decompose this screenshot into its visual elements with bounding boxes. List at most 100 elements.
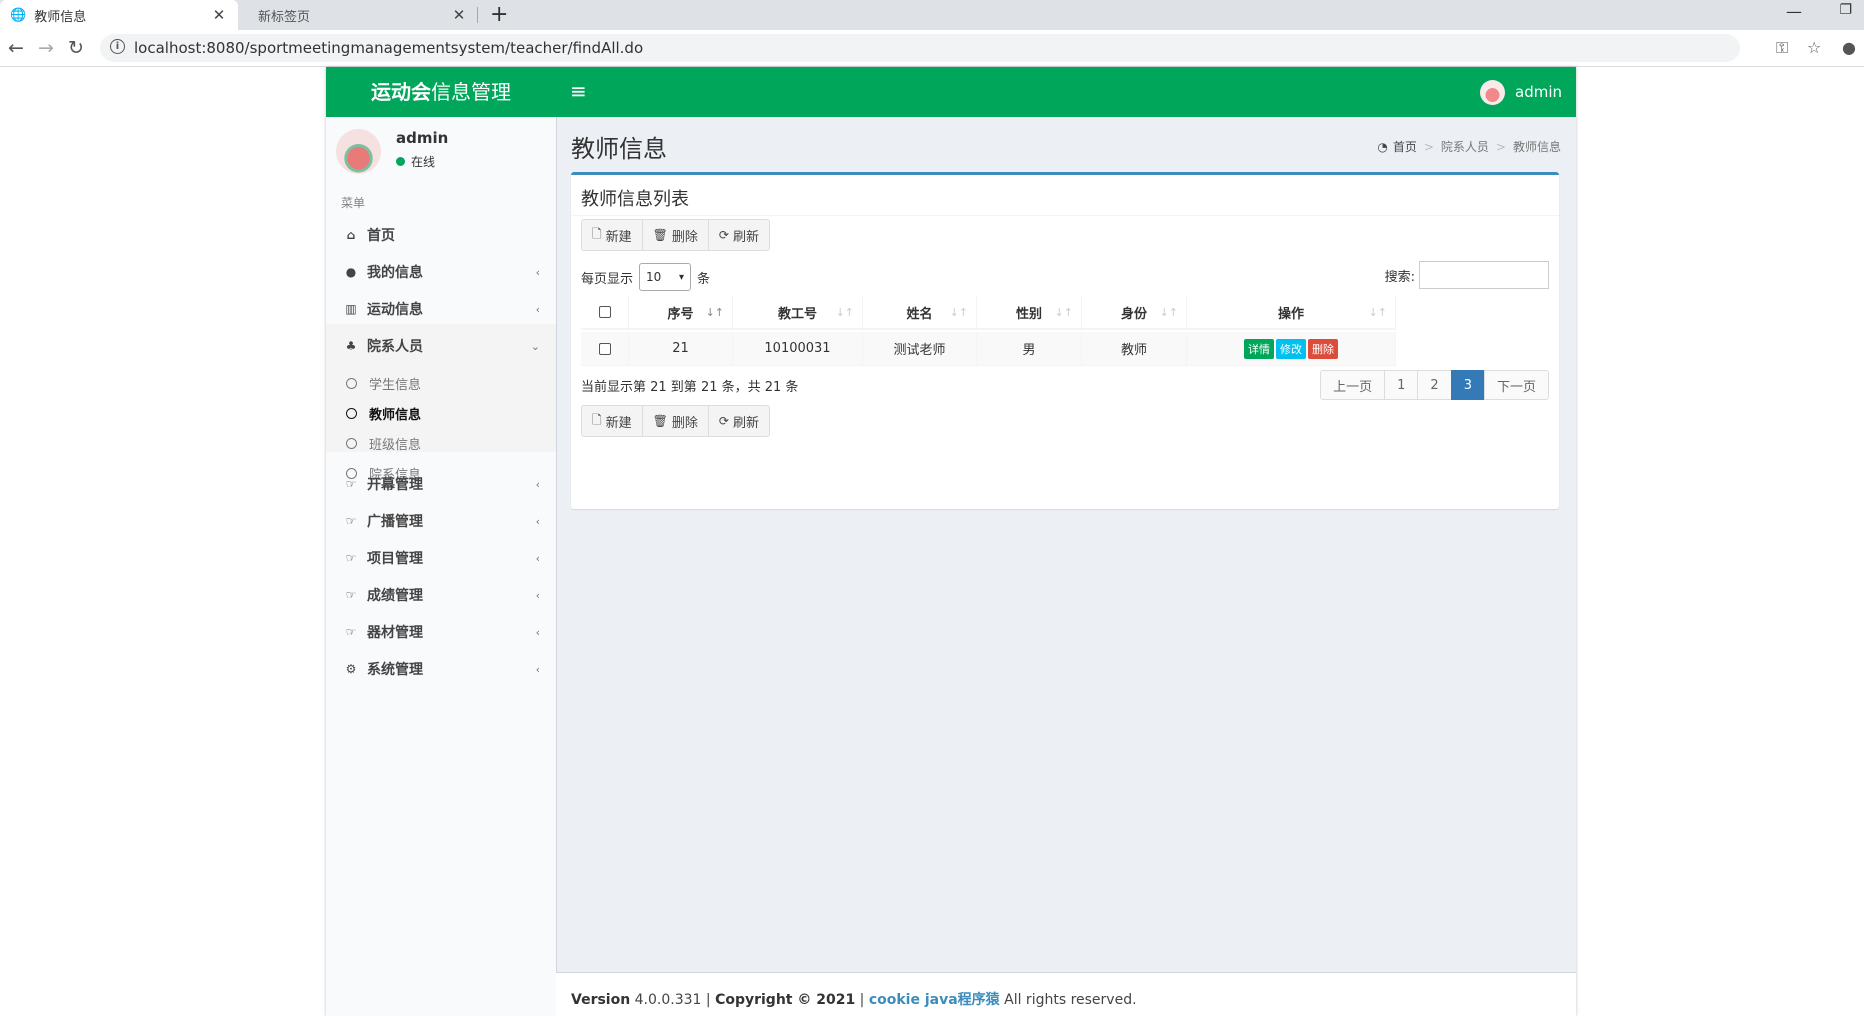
sidebar-item-system[interactable]: ⚙ 系统管理 ‹ <box>326 647 556 691</box>
sidebar-item-department-staff[interactable]: ♣ 院系人员 ⌄ <box>326 324 556 368</box>
restore-icon[interactable]: ❐ <box>1839 2 1852 18</box>
menu-header: 菜单 <box>341 196 366 210</box>
new-button[interactable]: 🗋 新建 <box>581 219 643 251</box>
refresh-button[interactable]: ⟳ 刷新 <box>707 219 770 251</box>
edit-button[interactable]: 修改 <box>1276 338 1306 359</box>
table-header-row: 序号 ↓↑ 教工号 ↓↑ 姓名 ↓↑ 性别 ↓↑ 身份 ↓↑ 操作 ↓↑ <box>581 296 1396 330</box>
trash-icon: 🗑 <box>652 228 668 242</box>
bar-chart-icon: ▥ <box>345 302 357 316</box>
chevron-down-icon: ▾ <box>678 271 685 283</box>
new-button[interactable]: 🗋 新建 <box>581 405 643 437</box>
chevron-left-icon: ‹ <box>535 662 540 676</box>
column-header-name[interactable]: 姓名 ↓↑ <box>863 296 977 330</box>
refresh-button[interactable]: ⟳ 刷新 <box>707 405 770 437</box>
submenu-item-classes[interactable]: 班级信息 <box>326 428 556 458</box>
key-icon[interactable]: ⚿ <box>1776 38 1788 58</box>
column-header-staff-id[interactable]: 教工号 ↓↑ <box>733 296 863 330</box>
length-prefix: 每页显示 <box>581 271 634 287</box>
file-icon: 🗋 <box>592 226 602 241</box>
browser-tab-active[interactable]: 🌐 教师信息 ✕ <box>0 0 238 30</box>
circle-icon <box>346 377 357 389</box>
row-delete-button[interactable]: 删除 <box>1308 338 1338 359</box>
forward-icon[interactable]: → <box>38 36 54 60</box>
page-button[interactable]: 1 <box>1384 370 1419 400</box>
submenu-item-students[interactable]: 学生信息 <box>326 368 556 398</box>
submenu-item-label: 班级信息 <box>369 437 422 453</box>
length-suffix: 条 <box>697 271 711 287</box>
sidebar-item-label: 器材管理 <box>367 625 423 641</box>
logo[interactable]: 运动会信息管理 <box>326 67 556 117</box>
delete-label: 删除 <box>671 229 698 245</box>
info-icon[interactable]: i <box>110 39 125 54</box>
profile-icon[interactable]: ● <box>1842 38 1856 57</box>
cell-role: 教师 <box>1082 332 1187 366</box>
next-page-button[interactable]: 下一页 <box>1483 370 1549 400</box>
teacher-list-box: 教师信息列表 🗋 新建 🗑 删除 ⟳ 刷新 每页显示 10 ▾ 条 搜索: 序号… <box>571 172 1559 509</box>
users-icon: ♣ <box>345 339 357 353</box>
back-icon[interactable]: ← <box>8 36 24 60</box>
reload-icon[interactable]: ↻ <box>68 36 84 60</box>
search-input[interactable] <box>1419 261 1549 289</box>
breadcrumb-department-staff[interactable]: 院系人员 <box>1441 138 1489 155</box>
close-icon[interactable]: ✕ <box>450 6 468 24</box>
sidebar-item-label: 成绩管理 <box>367 588 423 604</box>
new-tab-button[interactable]: + <box>490 2 508 28</box>
delete-button[interactable]: 🗑 删除 <box>641 219 709 251</box>
star-icon[interactable]: ☆ <box>1807 38 1821 57</box>
chevron-left-icon: ‹ <box>535 625 540 639</box>
url-input[interactable]: i localhost:8080/sportmeetingmanagements… <box>100 34 1740 62</box>
column-label: 姓名 <box>906 306 933 322</box>
column-label: 序号 <box>667 306 694 322</box>
sidebar-item-label: 院系人员 <box>367 339 423 355</box>
select-all-cell <box>581 296 629 330</box>
column-header-actions[interactable]: 操作 ↓↑ <box>1187 296 1396 330</box>
sidebar-item-label: 开幕管理 <box>367 477 423 493</box>
chevron-left-icon: ‹ <box>535 265 540 279</box>
table-info: 当前显示第 21 到第 21 条，共 21 条 <box>581 380 799 395</box>
browser-tab-inactive[interactable]: 新标签页 ✕ <box>240 0 478 30</box>
sidebar: admin 在线 菜单 ⌂ 首页 ● 我的信息 ‹ ▥ 运动信息 ‹ ♣ 院系人… <box>326 117 557 1016</box>
row-checkbox[interactable] <box>598 342 611 355</box>
minimize-icon[interactable]: — <box>1786 2 1802 21</box>
breadcrumb-current: 教师信息 <box>1512 140 1561 154</box>
prev-page-button[interactable]: 上一页 <box>1320 370 1386 400</box>
circle-icon <box>346 407 357 419</box>
new-label: 新建 <box>605 415 632 431</box>
breadcrumb: ◔ 首页 > 院系人员 > 教师信息 <box>1377 138 1561 155</box>
table-row: 21 10100031 测试老师 男 教师 详情 修改 删除 <box>581 332 1396 366</box>
current-page-button[interactable]: 3 <box>1450 370 1485 400</box>
column-label: 身份 <box>1120 306 1147 322</box>
column-header-no[interactable]: 序号 ↓↑ <box>629 296 733 330</box>
submenu-item-teachers[interactable]: 教师信息 <box>326 398 556 428</box>
chevron-left-icon: ‹ <box>535 514 540 528</box>
delete-button[interactable]: 🗑 删除 <box>641 405 709 437</box>
select-all-checkbox[interactable] <box>598 306 611 318</box>
column-header-role[interactable]: 身份 ↓↑ <box>1082 296 1187 330</box>
author-link[interactable]: cookie java程序猿 <box>869 992 1000 1008</box>
footer-text: Version 4.0.0.331 | Copyright © 2021 | c… <box>571 992 1137 1008</box>
detail-button[interactable]: 详情 <box>1244 338 1274 359</box>
length-value: 10 <box>646 270 662 284</box>
page-button[interactable]: 2 <box>1417 370 1452 400</box>
tab-separator <box>477 7 478 23</box>
refresh-icon: ⟳ <box>718 228 729 242</box>
page-length-select[interactable]: 10 ▾ <box>639 263 692 291</box>
submenu: 学生信息 教师信息 班级信息 院系信息 <box>326 368 556 483</box>
column-header-gender[interactable]: 性别 ↓↑ <box>977 296 1082 330</box>
pagination: 上一页 1 2 3 下一页 <box>1320 370 1549 400</box>
search-label: 搜索: <box>1384 269 1415 285</box>
sidebar-user-name: admin <box>396 129 449 147</box>
hand-point-icon: ☞ <box>345 551 357 565</box>
url-text: localhost:8080/sportmeetingmanagementsys… <box>134 39 644 57</box>
user-menu[interactable]: admin <box>1480 79 1562 105</box>
sidebar-toggle-icon[interactable]: ≡ <box>570 79 587 103</box>
sort-asc-icon: ↓↑ <box>705 305 724 319</box>
close-icon[interactable]: ✕ <box>210 6 228 24</box>
address-bar: ← → ↻ i localhost:8080/sportmeetingmanag… <box>0 30 1864 67</box>
home-icon: ⌂ <box>346 228 356 242</box>
delete-label: 删除 <box>671 415 698 431</box>
sidebar-item-label: 我的信息 <box>367 265 423 281</box>
cell-actions: 详情 修改 删除 <box>1187 332 1396 366</box>
breadcrumb-home[interactable]: 首页 <box>1393 138 1417 155</box>
refresh-icon: ⟳ <box>718 414 729 428</box>
